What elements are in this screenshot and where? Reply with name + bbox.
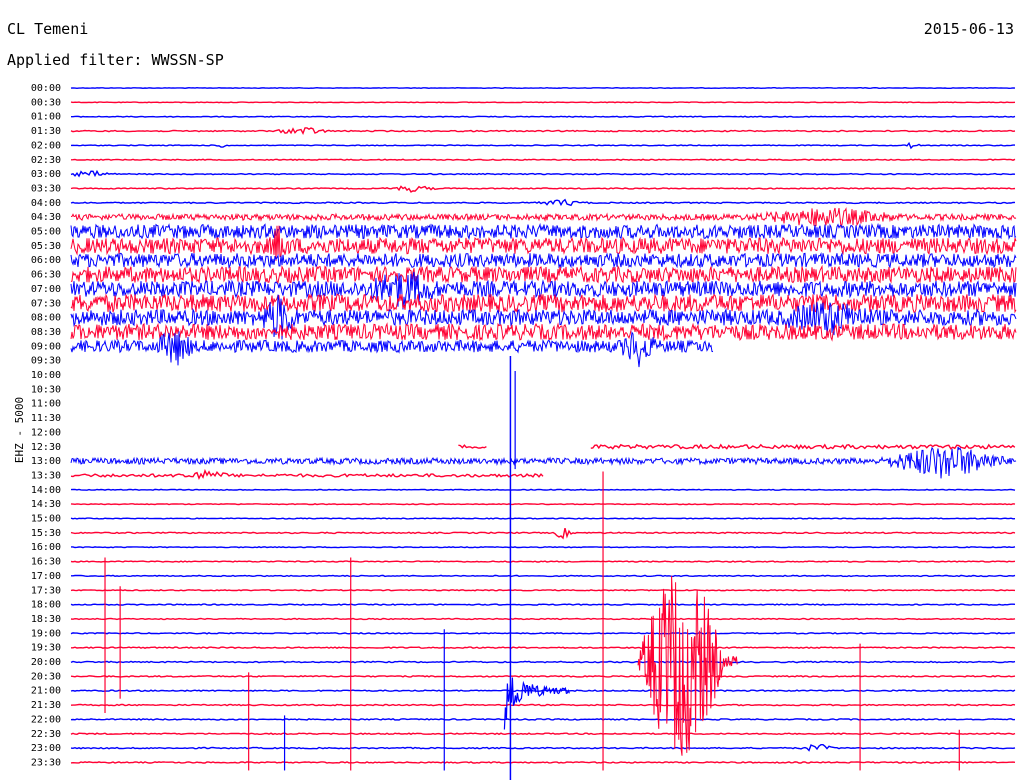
time-label-1330: 13:30	[31, 470, 61, 481]
trace-row-1230-seg1	[590, 443, 1016, 451]
time-label-0300: 03:00	[31, 169, 61, 180]
time-label-1830: 18:30	[31, 614, 61, 625]
trace-row-1630	[70, 560, 1016, 563]
time-label-0400: 04:00	[31, 198, 61, 209]
trace-row-1500	[70, 517, 1016, 520]
time-label-1600: 16:00	[31, 542, 61, 553]
time-label-2230: 22:30	[31, 729, 61, 740]
time-label-0630: 06:30	[31, 270, 61, 281]
trace-row-1700	[71, 574, 1016, 578]
time-label-0900: 09:00	[31, 341, 61, 352]
time-label-1230: 12:30	[31, 442, 61, 453]
earthquake-1	[637, 575, 738, 756]
trace-row-0300	[70, 169, 1016, 178]
time-label-2100: 21:00	[31, 686, 61, 697]
time-label-2030: 20:30	[31, 671, 61, 682]
trace-row-2000	[70, 660, 1016, 664]
time-label-0500: 05:00	[31, 227, 61, 238]
time-label-1800: 18:00	[31, 600, 61, 611]
earthquake-0	[503, 356, 570, 780]
trace-row-2130	[70, 703, 1016, 707]
spike-marks	[104, 371, 960, 771]
trace-row-0600	[70, 251, 1017, 269]
time-label-0130: 01:30	[31, 126, 61, 137]
trace-row-0730	[70, 293, 1017, 314]
time-label-1030: 10:30	[31, 384, 61, 395]
time-label-0230: 02:30	[31, 155, 61, 166]
time-label-1000: 10:00	[31, 370, 61, 381]
trace-row-0100	[71, 115, 1016, 118]
trace-row-2300	[70, 744, 1016, 752]
earthquake-marks	[503, 356, 738, 780]
time-label-0100: 01:00	[31, 112, 61, 123]
trace-row-1930	[71, 646, 1016, 649]
trace-row-1800	[70, 603, 1016, 606]
trace-row-0000	[70, 86, 1016, 90]
trace-row-0130	[70, 127, 1016, 136]
time-label-2130: 21:30	[31, 700, 61, 711]
trace-row-2330	[70, 761, 1016, 764]
time-label-2300: 23:00	[31, 743, 61, 754]
trace-row-0430	[70, 207, 1017, 229]
trace-row-1600	[71, 546, 1016, 549]
trace-row-2030	[70, 675, 1016, 678]
time-label-0730: 07:30	[31, 298, 61, 309]
trace-row-2230	[70, 732, 1016, 736]
time-label-1400: 14:00	[31, 485, 61, 496]
trace-row-1530	[70, 528, 1016, 540]
trace-row-0330	[70, 185, 1016, 193]
time-label-1700: 17:00	[31, 571, 61, 582]
time-label-2330: 23:30	[31, 757, 61, 768]
helicorder-plot: 00:00 00:30 01:00 01:30 02:00 02:30 03:00 03:30…	[31, 83, 1017, 780]
time-label-2200: 22:00	[31, 714, 61, 725]
time-label-1730: 17:30	[31, 585, 61, 596]
trace-lines	[70, 86, 1017, 764]
trace-row-0830	[70, 322, 1017, 342]
trace-row-0230	[70, 158, 1016, 161]
time-label-1900: 19:00	[31, 628, 61, 639]
time-label-0930: 09:30	[31, 356, 61, 367]
time-label-1130: 11:30	[31, 413, 61, 424]
time-label-0700: 07:00	[31, 284, 61, 295]
trace-row-1830	[70, 617, 1016, 621]
time-label-0200: 02:00	[31, 140, 61, 151]
time-label-0000: 00:00	[31, 83, 61, 94]
trace-row-0400	[70, 198, 1016, 207]
time-label-1500: 15:00	[31, 514, 61, 525]
time-label-0830: 08:30	[31, 327, 61, 338]
time-label-1200: 12:00	[31, 427, 61, 438]
trace-row-1400	[70, 488, 1016, 491]
trace-row-1230	[458, 444, 487, 449]
trace-row-1730	[70, 589, 1016, 592]
time-label-0030: 00:30	[31, 97, 61, 108]
trace-row-1330	[70, 468, 544, 480]
trace-row-1430	[70, 503, 1016, 506]
trace-row-0900	[70, 331, 714, 368]
time-label-0600: 06:00	[31, 255, 61, 266]
time-axis-labels: 00:00 00:30 01:00 01:30 02:00 02:30 03:00 03:30…	[31, 83, 61, 768]
trace-row-0630	[70, 264, 1017, 284]
trace-row-0500	[70, 222, 1017, 241]
time-label-0800: 08:00	[31, 313, 61, 324]
time-label-2000: 20:00	[31, 657, 61, 668]
time-label-0330: 03:30	[31, 183, 61, 194]
time-label-1430: 14:30	[31, 499, 61, 510]
trace-row-0200	[70, 141, 1015, 150]
time-label-1300: 13:00	[31, 456, 61, 467]
trace-row-2100	[70, 689, 1016, 693]
time-label-1630: 16:30	[31, 557, 61, 568]
time-label-0530: 05:30	[31, 241, 61, 252]
time-label-1530: 15:30	[31, 528, 61, 539]
time-label-1100: 11:00	[31, 399, 61, 410]
trace-row-0030	[70, 101, 1016, 104]
time-label-1930: 19:30	[31, 643, 61, 654]
trace-row-2200	[70, 717, 1016, 721]
trace-row-1900	[70, 632, 1015, 635]
time-label-0430: 04:30	[31, 212, 61, 223]
